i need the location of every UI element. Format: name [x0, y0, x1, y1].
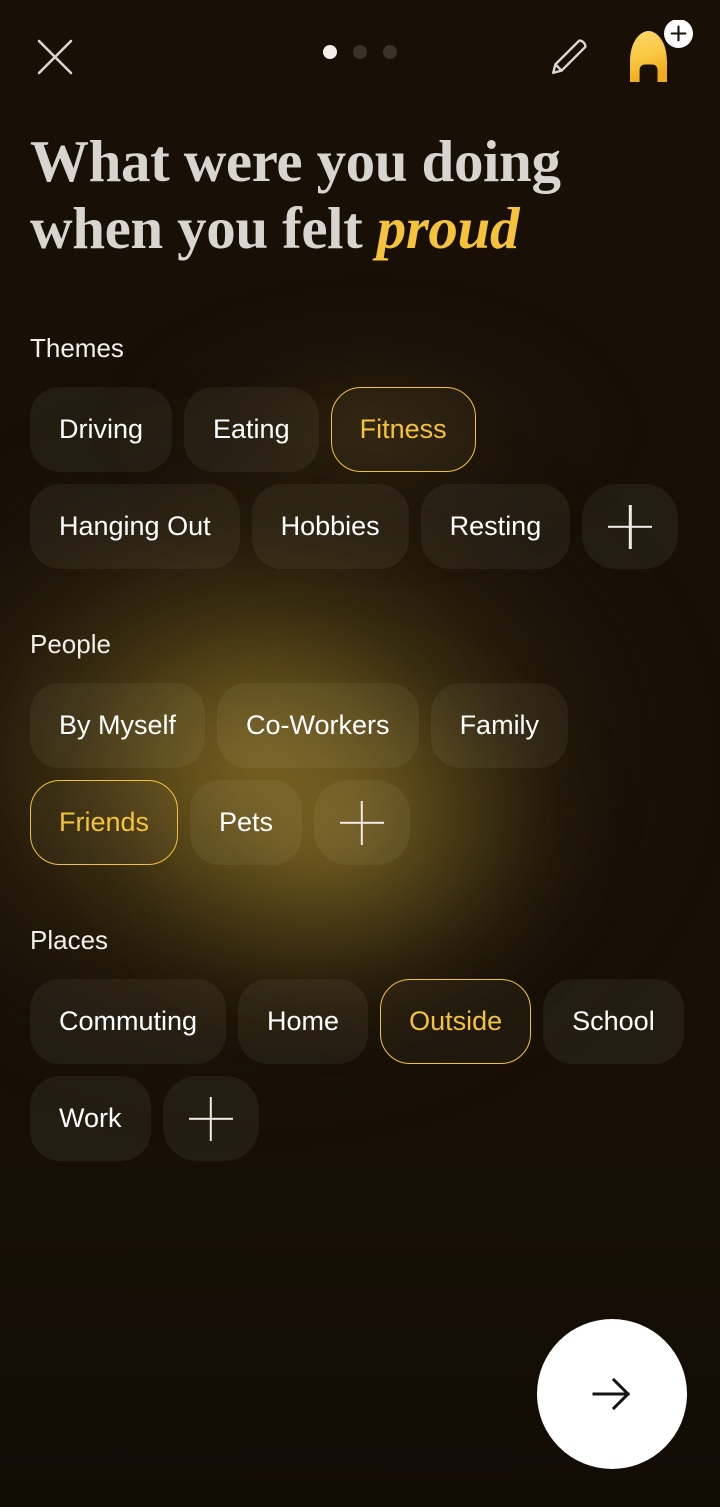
plus-icon: [340, 801, 384, 845]
edit-button[interactable]: [538, 26, 600, 88]
page-indicator: [323, 45, 397, 59]
page-title: What were you doing when you felt proud: [30, 128, 670, 262]
title-emotion-word: proud: [376, 195, 520, 261]
chip-hanging-out[interactable]: Hanging Out: [30, 484, 240, 569]
chip-co-workers[interactable]: Co-Workers: [217, 683, 419, 768]
chip-by-myself[interactable]: By Myself: [30, 683, 206, 768]
section-themes: Themes Driving Eating Fitness Hanging Ou…: [30, 333, 700, 569]
section-label-places: Places: [30, 925, 109, 955]
chip-outside[interactable]: Outside: [380, 979, 532, 1064]
chip-eating[interactable]: Eating: [184, 387, 319, 472]
close-icon: [37, 39, 73, 75]
next-button[interactable]: [537, 1319, 687, 1469]
chip-driving[interactable]: Driving: [30, 387, 173, 472]
section-places: Places Commuting Home Outside School Wor…: [30, 925, 700, 1161]
plus-icon: [608, 505, 652, 549]
chip-home[interactable]: Home: [238, 979, 369, 1064]
chip-resting[interactable]: Resting: [420, 484, 571, 569]
section-label-themes: Themes: [30, 333, 124, 363]
plus-icon: [189, 1097, 233, 1141]
chip-family[interactable]: Family: [430, 683, 569, 768]
title-line-1: What were you doing: [30, 128, 561, 194]
chip-hobbies[interactable]: Hobbies: [251, 484, 409, 569]
header-bar: [0, 0, 720, 115]
chip-group-people: By Myself Co-Workers Family Friends Pets: [30, 683, 695, 865]
add-theme-button[interactable]: [582, 484, 679, 569]
chip-group-places: Commuting Home Outside School Work: [30, 979, 695, 1161]
page-dot-3[interactable]: [383, 45, 397, 59]
close-button[interactable]: [24, 26, 86, 88]
chip-group-themes: Driving Eating Fitness Hanging Out Hobbi…: [30, 387, 695, 569]
add-place-button[interactable]: [162, 1076, 259, 1161]
chip-friends[interactable]: Friends: [30, 780, 179, 865]
chip-school[interactable]: School: [543, 979, 684, 1064]
title-line-2-prefix: when you felt: [30, 195, 377, 261]
page-dot-2[interactable]: [353, 45, 367, 59]
app-screen: What were you doing when you felt proud T…: [0, 0, 720, 1507]
pencil-icon: [552, 39, 587, 74]
chip-pets[interactable]: Pets: [190, 780, 303, 865]
chip-work[interactable]: Work: [30, 1076, 151, 1161]
chip-fitness[interactable]: Fitness: [330, 387, 476, 472]
chip-commuting[interactable]: Commuting: [30, 979, 227, 1064]
section-people: People By Myself Co-Workers Family Frien…: [30, 629, 700, 865]
section-label-people: People: [30, 629, 111, 659]
arrow-right-icon: [592, 1377, 631, 1411]
add-person-button[interactable]: [314, 780, 411, 865]
avatar-button[interactable]: [617, 19, 695, 92]
page-dot-1[interactable]: [323, 45, 337, 59]
elephant-avatar-icon: [630, 19, 693, 82]
